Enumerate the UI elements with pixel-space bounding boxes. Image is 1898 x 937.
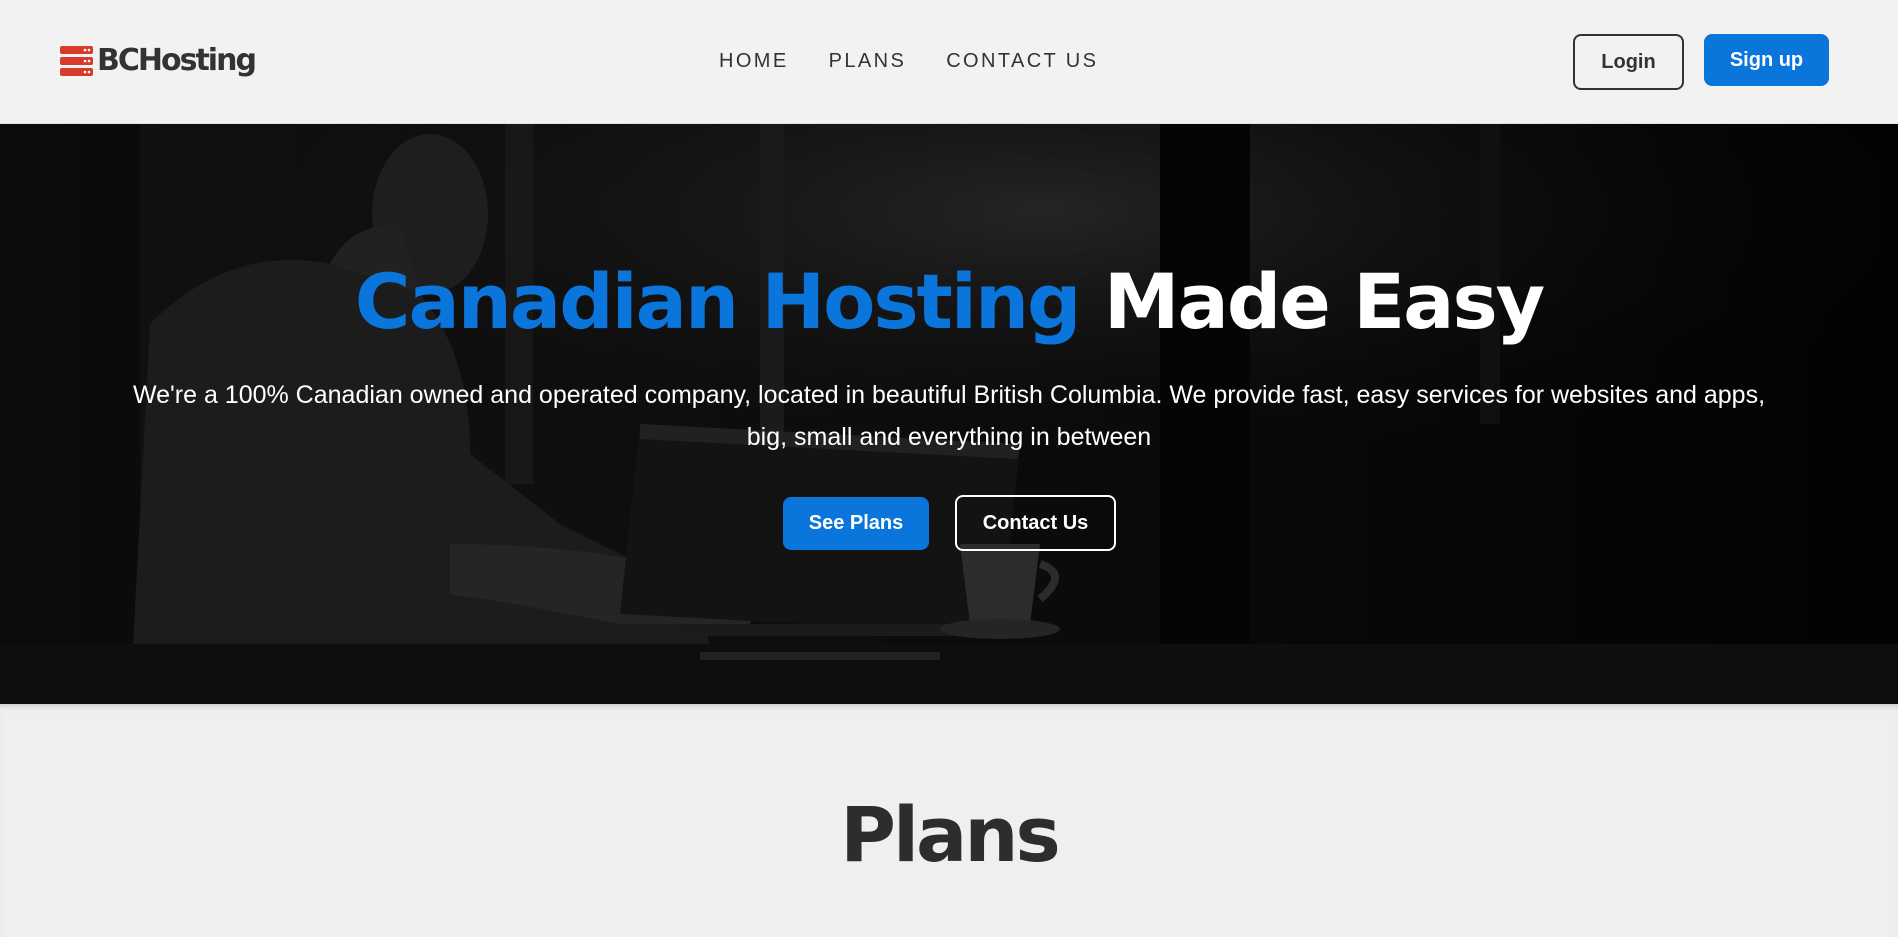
login-button[interactable]: Login — [1573, 34, 1684, 90]
see-plans-button[interactable]: See Plans — [783, 497, 929, 550]
hero-title-accent: Canadian Hosting — [354, 257, 1082, 346]
nav-link-plans[interactable]: PLANS — [829, 49, 907, 73]
contact-us-button[interactable]: Contact Us — [955, 495, 1116, 551]
hero-title-rest: Made Easy — [1103, 257, 1545, 346]
brand-name: BCHosting — [97, 43, 257, 78]
signup-button[interactable]: Sign up — [1704, 34, 1829, 86]
site-header: BCHosting HOME PLANS CONTACT US Login Si… — [0, 0, 1898, 124]
plans-heading: Plans — [840, 790, 1060, 879]
brand-logo[interactable]: BCHosting — [60, 43, 257, 78]
nav-link-contact[interactable]: CONTACT US — [946, 49, 1098, 73]
main-nav: HOME PLANS CONTACT US — [719, 49, 1098, 73]
plans-section: Plans — [0, 704, 1898, 937]
server-stack-icon — [60, 46, 93, 76]
nav-link-home[interactable]: HOME — [719, 49, 789, 73]
hero-title: Canadian Hosting Made Easy — [0, 252, 1898, 352]
hero-section: Canadian Hosting Made Easy We're a 100% … — [0, 124, 1898, 704]
hero-subtitle: We're a 100% Canadian owned and operated… — [132, 381, 1766, 451]
